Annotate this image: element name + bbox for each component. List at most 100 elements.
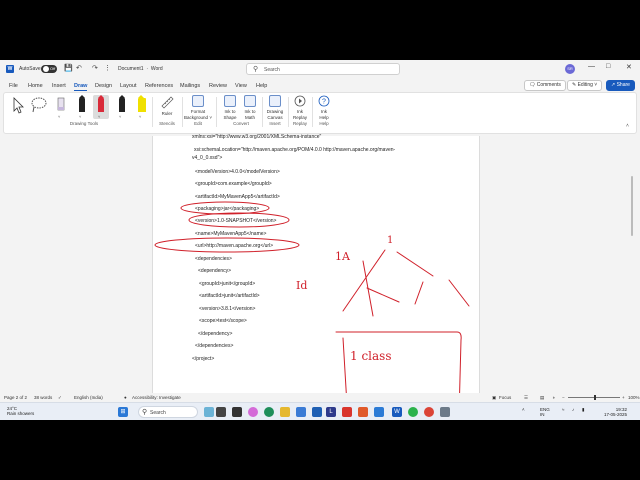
pen-red[interactable]: ˅ — [93, 95, 109, 119]
format-background-icon — [192, 95, 204, 107]
tab-review[interactable]: Review — [209, 83, 227, 89]
widgets-icon[interactable] — [204, 407, 214, 417]
accessibility-status[interactable]: Accessibility: Investigate — [132, 395, 181, 400]
edge-icon[interactable] — [264, 407, 274, 417]
highlighter-yellow[interactable]: ˅ — [134, 95, 150, 119]
store-icon[interactable] — [296, 407, 306, 417]
comments-button[interactable]: 🗨 Comments — [524, 80, 566, 91]
volume-icon[interactable]: ♪ — [572, 407, 574, 412]
more-commands-icon[interactable]: ⋮ — [104, 64, 111, 72]
read-mode-icon[interactable]: ☰ — [524, 395, 528, 401]
copilot-icon[interactable] — [248, 407, 258, 417]
ink-help-button[interactable]: ? Ink Help — [314, 95, 334, 120]
zoom-in-icon[interactable]: + — [622, 395, 625, 400]
tab-insert[interactable]: Insert — [52, 83, 66, 89]
autosave-toggle[interactable]: Off — [41, 65, 57, 73]
collapse-ribbon-icon[interactable]: ˄ — [626, 123, 629, 129]
share-label: Share — [616, 82, 630, 88]
save-icon[interactable]: 💾 — [64, 64, 73, 72]
ruler-label: Ruler — [161, 111, 173, 116]
page-count[interactable]: Page 2 of 2 — [4, 395, 27, 400]
tab-home[interactable]: Home — [28, 83, 43, 89]
app-icon-l[interactable]: L — [326, 407, 336, 417]
undo-icon[interactable]: ↶ — [76, 64, 82, 72]
tab-mailings[interactable]: Mailings — [180, 83, 200, 89]
ink-to-shape-button[interactable]: Ink to Shape — [220, 95, 240, 120]
chevron-up-icon[interactable]: ˄ — [522, 407, 525, 412]
print-layout-icon[interactable]: ▤ — [540, 395, 544, 401]
help-icon: ? — [318, 95, 330, 107]
wifi-icon[interactable]: ≈ — [562, 407, 564, 412]
task-view-icon[interactable] — [216, 407, 226, 417]
pen-black-1[interactable]: ˅ — [74, 95, 90, 119]
taskbar: 24°C Rain showers ⊞ ⚲ Search L W ˄ ENG IN… — [0, 402, 640, 420]
file-explorer-icon[interactable] — [280, 407, 290, 417]
ruler-button[interactable]: Ruler — [156, 95, 178, 117]
avatar[interactable]: SR — [565, 64, 575, 74]
chrome-icon[interactable] — [424, 407, 434, 417]
chevron-down-icon: ˅ — [119, 114, 122, 119]
ink-replay-button[interactable]: Ink Replay — [290, 95, 310, 120]
word-icon[interactable]: W — [392, 407, 402, 417]
clock[interactable]: 19:32 17-05-2025 — [604, 407, 627, 417]
eraser-tool[interactable]: ˅ — [53, 95, 69, 119]
language-indicator[interactable]: English (India) — [74, 395, 103, 400]
select-tool[interactable] — [10, 95, 26, 119]
app-icon-1[interactable] — [232, 407, 242, 417]
drawing-canvas-button[interactable]: Drawing Canvas — [264, 95, 286, 120]
vscode-icon[interactable] — [374, 407, 384, 417]
restore-icon[interactable]: □ — [606, 63, 610, 70]
tab-layout[interactable]: Layout — [120, 83, 137, 89]
vertical-scrollbar[interactable] — [628, 136, 636, 393]
battery-icon[interactable]: ▮ — [582, 407, 584, 412]
tab-view[interactable]: View — [235, 83, 247, 89]
proofing-icon[interactable]: ✓ — [58, 395, 62, 401]
ink-circle-url — [154, 237, 300, 253]
redo-icon[interactable]: ↷ — [92, 64, 98, 72]
edit-group-label: Edit — [194, 121, 202, 126]
zoom-out-icon[interactable]: − — [562, 395, 565, 400]
lasso-tool[interactable] — [30, 95, 47, 119]
web-layout-icon[interactable]: ◑ — [552, 395, 555, 400]
tab-file[interactable]: File — [9, 83, 18, 89]
ink-tree-right-top — [396, 251, 434, 277]
close-icon[interactable]: ✕ — [626, 63, 632, 71]
ink-help-label-1: Ink — [320, 109, 327, 114]
share-icon: ↗ — [611, 82, 616, 88]
scrollbar-thumb[interactable] — [631, 176, 633, 236]
taskbar-search[interactable]: ⚲ Search — [138, 406, 198, 418]
zoom-level[interactable]: 100% — [628, 395, 640, 400]
weather-widget[interactable]: 24°C Rain showers — [7, 406, 34, 416]
share-button[interactable]: ↗ Share — [606, 80, 635, 91]
zoom-slider[interactable] — [568, 395, 620, 400]
tab-references[interactable]: References — [145, 83, 173, 89]
whatsapp-icon[interactable] — [408, 407, 418, 417]
brave-icon[interactable] — [358, 407, 368, 417]
status-bar: Page 2 of 2 38 words ✓ English (India) ●… — [0, 393, 640, 402]
language-switcher[interactable]: ENG IN — [540, 407, 550, 417]
minimize-icon[interactable]: — — [588, 63, 595, 70]
format-background-button[interactable]: Format Background ˅ — [182, 95, 214, 120]
editing-button[interactable]: ✎ Editing ˅ — [567, 80, 603, 91]
tab-help[interactable]: Help — [256, 83, 267, 89]
ink-tree-inner — [414, 281, 424, 305]
pen-black-2[interactable]: ˅ — [114, 95, 130, 119]
document-page[interactable]: xmlns:xsi="http://www.w3.org/2001/XMLSch… — [152, 134, 480, 393]
start-icon[interactable]: ⊞ — [118, 407, 128, 417]
zoom-thumb[interactable] — [594, 395, 596, 400]
search-box[interactable]: ⚲ Search — [246, 63, 400, 75]
focus-button[interactable]: Focus — [499, 395, 511, 400]
word-count[interactable]: 38 words — [34, 395, 52, 400]
ink-to-math-label-1: Ink to — [244, 109, 256, 114]
chevron-down-icon: ˅ — [98, 114, 101, 119]
autosave-state: Off — [50, 66, 56, 71]
eraser-icon — [57, 97, 65, 111]
ink-to-math-button[interactable]: Ink to Math — [240, 95, 260, 120]
tab-draw[interactable]: Draw — [74, 83, 88, 91]
app-icon-2[interactable] — [312, 407, 322, 417]
ink-label-a: 1A — [335, 250, 351, 263]
chevron-down-icon: ˅ — [58, 114, 61, 119]
app-icon-3[interactable] — [440, 407, 450, 417]
mcafee-icon[interactable] — [342, 407, 352, 417]
tab-design[interactable]: Design — [95, 83, 112, 89]
